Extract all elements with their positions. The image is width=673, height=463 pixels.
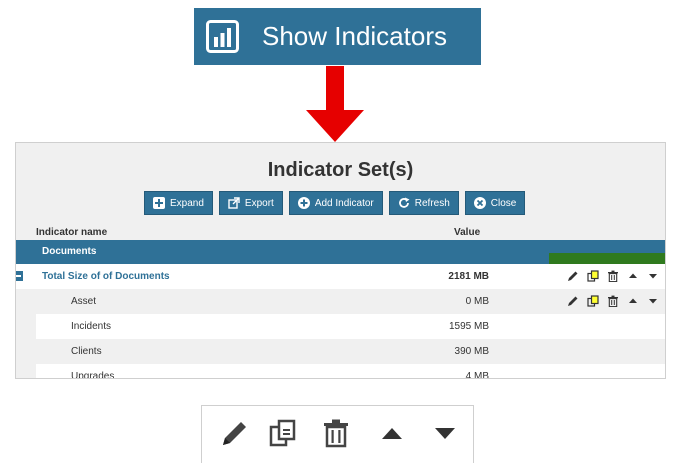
row-name: Clients: [71, 346, 102, 357]
trash-icon[interactable]: [321, 418, 351, 448]
row-value: 2181 MB: [448, 271, 489, 282]
table-row[interactable]: Upgrades 4 MB: [16, 364, 665, 379]
down-arrow-icon: [306, 66, 364, 142]
column-header-name: Indicator name: [36, 227, 108, 238]
row-name: Upgrades: [71, 371, 115, 379]
export-button[interactable]: Export: [218, 191, 283, 215]
arrow-up-icon[interactable]: [627, 270, 639, 282]
trash-icon[interactable]: [607, 295, 619, 307]
export-label: Export: [244, 197, 274, 209]
close-circle-icon: [473, 197, 486, 209]
pencil-icon[interactable]: [220, 418, 250, 448]
expand-label: Expand: [170, 197, 204, 209]
plus-square-icon: [153, 197, 165, 209]
column-headers: Indicator name Value: [16, 227, 665, 239]
row-value: 4 MB: [465, 371, 489, 379]
row-name: Total Size of of Documents: [42, 271, 170, 282]
refresh-icon: [398, 197, 410, 208]
show-indicators-label: Show Indicators: [262, 21, 447, 51]
row-value: 0 MB: [465, 296, 489, 307]
expand-button[interactable]: Expand: [144, 191, 213, 215]
row-value: 1595 MB: [448, 321, 489, 332]
add-indicator-button[interactable]: Add Indicator: [288, 191, 383, 215]
row-value: 390 MB: [454, 346, 489, 357]
pencil-icon[interactable]: [567, 270, 579, 282]
row-actions: [567, 295, 659, 307]
pencil-icon[interactable]: [567, 295, 579, 307]
row-name: Incidents: [71, 321, 112, 332]
group-label: Documents: [42, 246, 97, 257]
refresh-label: Refresh: [414, 197, 450, 209]
arrow-down-icon[interactable]: [430, 418, 460, 448]
table-row[interactable]: Clients 390 MB: [16, 339, 665, 364]
enlarged-actions-bar: [201, 405, 474, 463]
panel-toolbar: Expand Export Add Indicator Refresh Clos…: [144, 191, 526, 215]
copy-icon[interactable]: [587, 295, 599, 307]
arrow-down-icon[interactable]: [647, 270, 659, 282]
close-label: Close: [490, 197, 517, 209]
external-link-icon: [228, 197, 240, 209]
column-header-value: Value: [454, 227, 481, 238]
add-indicator-label: Add Indicator: [314, 197, 374, 209]
table-row[interactable]: Incidents 1595 MB: [16, 314, 665, 339]
show-indicators-button[interactable]: Show Indicators: [194, 8, 481, 65]
plus-circle-icon: [297, 197, 310, 209]
collapse-icon[interactable]: [16, 271, 23, 281]
close-button[interactable]: Close: [464, 191, 526, 215]
row-actions: [567, 270, 659, 282]
arrow-down-icon[interactable]: [647, 295, 659, 307]
indicator-set-panel: Indicator Set(s) Expand Export Add Indic…: [15, 142, 666, 379]
panel-title: Indicator Set(s): [267, 159, 414, 181]
arrow-up-icon[interactable]: [377, 418, 407, 448]
bar-chart-icon: [206, 20, 239, 53]
refresh-button[interactable]: Refresh: [388, 191, 459, 215]
trash-icon[interactable]: [607, 270, 619, 282]
row-name: Asset: [71, 296, 97, 307]
arrow-up-icon[interactable]: [627, 295, 639, 307]
copy-icon[interactable]: [268, 418, 298, 448]
copy-icon[interactable]: [587, 270, 599, 282]
